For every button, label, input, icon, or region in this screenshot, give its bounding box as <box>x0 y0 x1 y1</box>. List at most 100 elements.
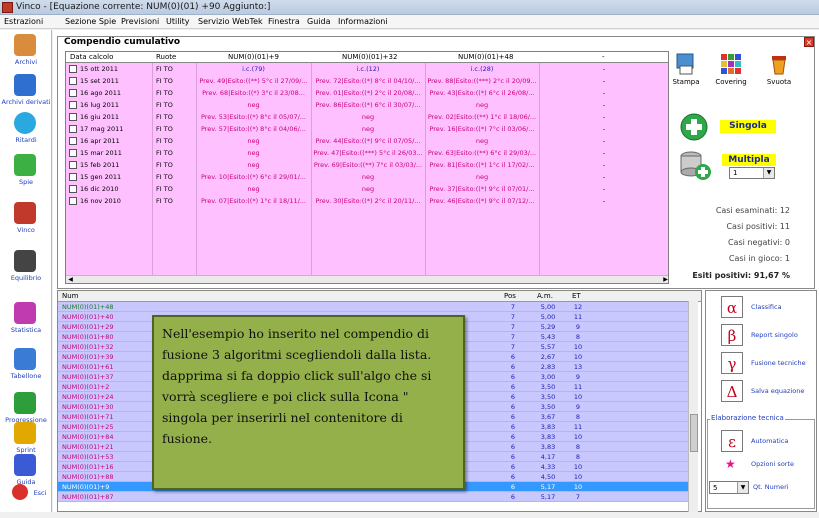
menu-estrazioni[interactable]: Estrazioni <box>4 17 43 26</box>
opzioni-sorte-link[interactable]: Opzioni sorte <box>751 460 794 468</box>
table-row[interactable]: 16 nov 2010 FI TO Prev. 07|Esito:((*) 1°c … <box>66 195 668 207</box>
row-checkbox[interactable] <box>69 113 77 121</box>
app-icon <box>2 2 13 13</box>
toolbar-equilibrio[interactable]: Equilibrio <box>0 250 52 284</box>
toolbar-archivi-derivati[interactable]: Archivi derivati <box>0 74 52 108</box>
cell-am: 3,83 <box>540 423 556 431</box>
scroll-left-icon[interactable]: ◀ <box>66 276 75 283</box>
toolbar-vinco[interactable]: Vinco <box>0 202 52 236</box>
row-checkbox[interactable] <box>69 101 77 109</box>
multipla-button[interactable]: Multipla <box>722 154 776 166</box>
toolbar-archivi[interactable]: Archivi <box>0 34 52 68</box>
cell-c1: Prev. 49|Esito:((**) 5°c il 27/09/... <box>199 77 308 85</box>
toolbar-tabellone[interactable]: Tabellone <box>0 348 52 382</box>
row-checkbox[interactable] <box>69 137 77 145</box>
chevron-down-icon[interactable]: ▼ <box>763 168 774 178</box>
table-row[interactable]: 16 giu 2011 FI TO Prev. 53|Esito:((*) 8°c … <box>66 111 668 123</box>
cell-date: 15 feb 2011 <box>80 161 120 169</box>
scroll-right-icon[interactable]: ▶ <box>661 276 668 283</box>
cell-date: 15 set 2011 <box>80 77 119 85</box>
table-row[interactable]: 15 set 2011 FI TO Prev. 49|Esito:((**) 5°c… <box>66 75 668 87</box>
row-checkbox[interactable] <box>69 161 77 169</box>
stat-esiti: Esiti positivi: 91,67 % <box>692 271 790 280</box>
cell-c1: neg <box>247 149 260 157</box>
col-num[interactable]: Num <box>62 292 79 300</box>
row-checkbox[interactable] <box>69 185 77 193</box>
vertical-scrollbar[interactable] <box>688 301 698 512</box>
table-row[interactable]: 15 ott 2011 FI TO i.c.(79) i.c.(12) i.c.(28)… <box>66 63 668 75</box>
menu-utility[interactable]: Utility <box>166 17 190 26</box>
col-et[interactable]: ET <box>572 292 581 300</box>
report-singolo-button[interactable]: β Report singolo <box>705 324 817 348</box>
cell-c2: neg <box>361 113 375 121</box>
table-row[interactable]: 15 feb 2011 FI TO neg Prev. 69|Esito:((**) … <box>66 159 668 171</box>
toolbar-guida[interactable]: Guida <box>0 454 52 488</box>
horizontal-scrollbar[interactable]: ◀ ▶ <box>66 275 668 283</box>
col-ruote[interactable]: Ruote <box>156 53 176 61</box>
menu-informazioni[interactable]: Informazioni <box>338 17 388 26</box>
add-single-icon[interactable] <box>679 112 709 142</box>
col-data[interactable]: Data calcolo <box>70 53 113 61</box>
menu-finestra[interactable]: Finestra <box>268 17 300 26</box>
col-alg1[interactable]: NUM(0)(01)+9 <box>228 53 279 61</box>
scroll-thumb[interactable] <box>690 414 698 452</box>
cell-num: NUM(0)(01)+53 <box>62 453 114 461</box>
toolbar-ritardi[interactable]: Ritardi <box>0 112 52 146</box>
automatica-button[interactable]: ε Automatica <box>705 430 817 454</box>
row-checkbox[interactable] <box>69 77 77 85</box>
cell-am: 3,50 <box>540 383 556 391</box>
col-alg4[interactable]: - <box>602 53 605 61</box>
tool-label: Report singolo <box>751 331 798 339</box>
table-row[interactable]: 15 gen 2011 FI TO Prev. 10|Esito:((*) 6°c … <box>66 171 668 183</box>
singola-button[interactable]: Singola <box>720 120 776 133</box>
toolbar-spie[interactable]: Spie <box>0 154 52 188</box>
stampa-button[interactable]: Stampa <box>672 52 700 86</box>
salva-equazione-button[interactable]: Δ Salva equazione <box>705 380 817 404</box>
multipla-select[interactable]: 1 ▼ <box>729 167 775 179</box>
row-checkbox[interactable] <box>69 89 77 97</box>
menu-previsioni[interactable]: Previsioni <box>121 17 159 26</box>
row-checkbox[interactable] <box>69 197 77 205</box>
table-row[interactable]: 15 mar 2011 FI TO neg Prev. 47|Esito:((***)… <box>66 147 668 159</box>
table-row[interactable]: 16 apr 2011 FI TO neg Prev. 44|Esito:((*) 9… <box>66 135 668 147</box>
col-alg3[interactable]: NUM(0)(01)+48 <box>458 53 513 61</box>
cell-num: NUM(0)(01)+48 <box>62 303 114 311</box>
table-row[interactable]: 16 ago 2011 FI TO Prev. 68|Esito:((*) 3°c … <box>66 87 668 99</box>
cell-c4: - <box>602 149 606 157</box>
compendio-grid[interactable]: Data calcolo Ruote NUM(0)(01)+9 NUM(0)(0… <box>65 51 669 284</box>
close-icon[interactable]: × <box>804 37 814 47</box>
cell-c1: neg <box>247 185 260 193</box>
svuota-button[interactable]: Svuota <box>764 52 794 86</box>
table-row[interactable]: 17 mag 2011 FI TO Prev. 57|Esito:((*) 8°c … <box>66 123 668 135</box>
cell-c1: neg <box>247 137 260 145</box>
menu-servizio-webtek[interactable]: Servizio WebTek <box>198 17 263 26</box>
covering-button[interactable]: Covering <box>714 52 748 86</box>
col-pos[interactable]: Pos <box>504 292 516 300</box>
toolbar-statistica[interactable]: Statistica <box>0 302 52 336</box>
list-item[interactable]: NUM(0)(01)+48 7 5,00 12 <box>58 302 688 312</box>
qt-numeri-select[interactable]: 5 ▼ <box>709 481 749 494</box>
fusione-tecniche-button[interactable]: γ Fusione tecniche <box>705 352 817 376</box>
toolbar-sprint[interactable]: Sprint <box>0 422 52 456</box>
menu-sezione-spie[interactable]: Sezione Spie <box>65 17 116 26</box>
star-icon[interactable]: ★ <box>725 457 736 471</box>
list-header: Num Pos A.m. ET <box>58 291 701 302</box>
row-checkbox[interactable] <box>69 65 77 73</box>
row-checkbox[interactable] <box>69 149 77 157</box>
classifica-button[interactable]: α Classifica <box>705 296 817 320</box>
toolbar-esci[interactable]: Esci <box>0 484 52 518</box>
table-row[interactable]: 16 dic 2010 FI TO neg neg Prev. 37|Esito:((*… <box>66 183 668 195</box>
beta-icon: β <box>721 324 743 346</box>
cell-c4: - <box>602 89 606 97</box>
chevron-down-icon[interactable]: ▼ <box>737 482 748 493</box>
list-item[interactable]: NUM(0)(01)+87 6 5,17 7 <box>58 492 688 502</box>
col-alg2[interactable]: NUM(0)(01)+32 <box>342 53 397 61</box>
row-checkbox[interactable] <box>69 173 77 181</box>
row-checkbox[interactable] <box>69 125 77 133</box>
table-row[interactable]: 16 lug 2011 FI TO neg Prev. 86|Esito:((*) 6… <box>66 99 668 111</box>
toolbar-progressione[interactable]: Progressione <box>0 392 52 426</box>
menu-guida[interactable]: Guida <box>307 17 330 26</box>
window-title: Vinco - [Equazione corrente: NUM(0)(01) … <box>16 2 271 12</box>
col-am[interactable]: A.m. <box>537 292 553 300</box>
add-multiple-icon[interactable] <box>679 150 713 182</box>
